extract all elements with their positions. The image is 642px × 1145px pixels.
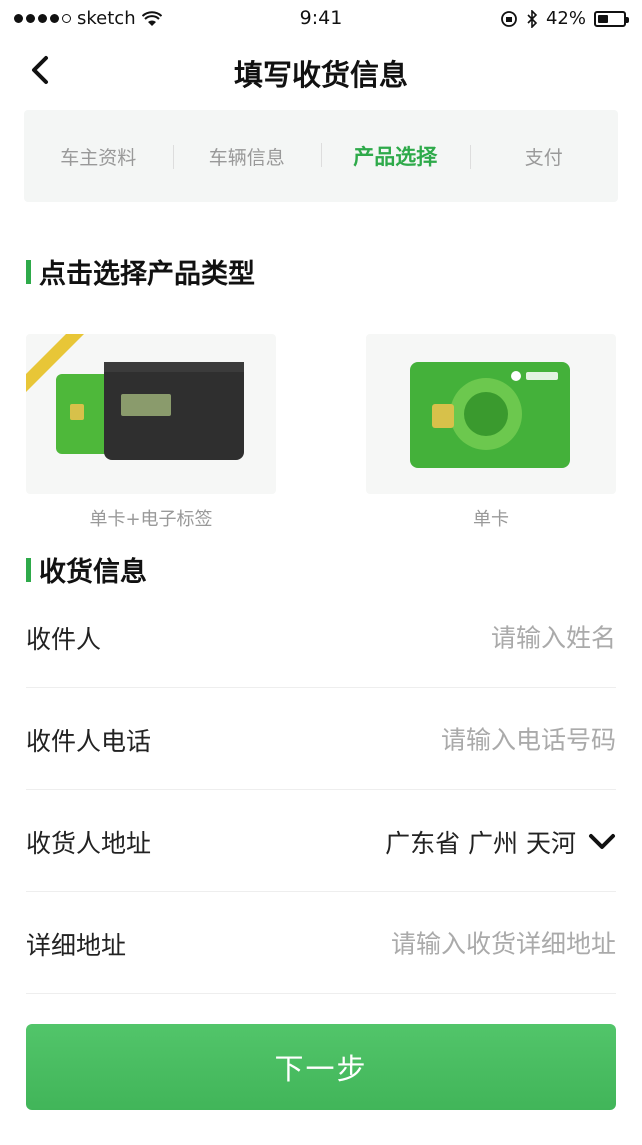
card-and-tag-image — [26, 334, 244, 460]
product-card-single[interactable] — [366, 334, 616, 494]
phone-input[interactable] — [286, 725, 616, 754]
address-label: 收货人地址 — [26, 828, 152, 858]
next-step-button[interactable]: 下一步 — [26, 1024, 616, 1110]
shipping-section-title: 收货信息 — [26, 550, 147, 589]
recipient-name-input[interactable] — [286, 623, 616, 652]
step-vehicle-info: 车辆信息 — [172, 143, 322, 170]
bluetooth-icon — [527, 9, 538, 28]
nav-bar: 填写收货信息 — [0, 40, 642, 102]
card-image — [410, 362, 570, 468]
orientation-lock-icon — [501, 10, 517, 27]
phone-label: 收件人电话 — [26, 726, 152, 756]
battery-percent: 42% — [545, 8, 586, 29]
phone-row: 收件人电话 — [26, 690, 616, 790]
product-label-single: 单卡 — [473, 509, 509, 530]
step-product-select: 产品选择 — [321, 141, 470, 171]
status-indicators: 42% — [500, 8, 629, 29]
section-title-text: 点击选择产品类型 — [39, 259, 255, 290]
product-card-combo[interactable] — [26, 334, 276, 494]
product-label-combo: 单卡+电子标签 — [89, 509, 213, 530]
detail-address-label: 详细地址 — [26, 930, 127, 960]
product-section-title: 点击选择产品类型 — [26, 252, 255, 291]
chevron-down-icon — [589, 833, 615, 849]
battery-icon — [594, 10, 629, 27]
step-payment: 支付 — [469, 143, 619, 170]
section-title-text: 收货信息 — [39, 557, 147, 588]
detail-address-input[interactable] — [286, 929, 616, 958]
region-select[interactable]: 广东省 广州 天河 — [385, 824, 616, 860]
address-row[interactable]: 收货人地址 广东省 广州 天河 — [26, 792, 616, 892]
section-marker — [26, 557, 31, 582]
recipient-row: 收件人 — [26, 588, 616, 688]
recipient-label: 收件人 — [26, 624, 102, 654]
progress-steps: 车主资料 车辆信息 产品选择 支付 — [24, 110, 618, 202]
page-title: 填写收货信息 — [233, 58, 408, 92]
region-value: 广东省 广州 天河 — [385, 828, 576, 858]
detail-address-row: 详细地址 — [26, 894, 616, 994]
section-marker — [26, 259, 31, 284]
status-bar: sketch 9:41 42% — [0, 0, 642, 38]
step-owner-info: 车主资料 — [60, 146, 137, 169]
